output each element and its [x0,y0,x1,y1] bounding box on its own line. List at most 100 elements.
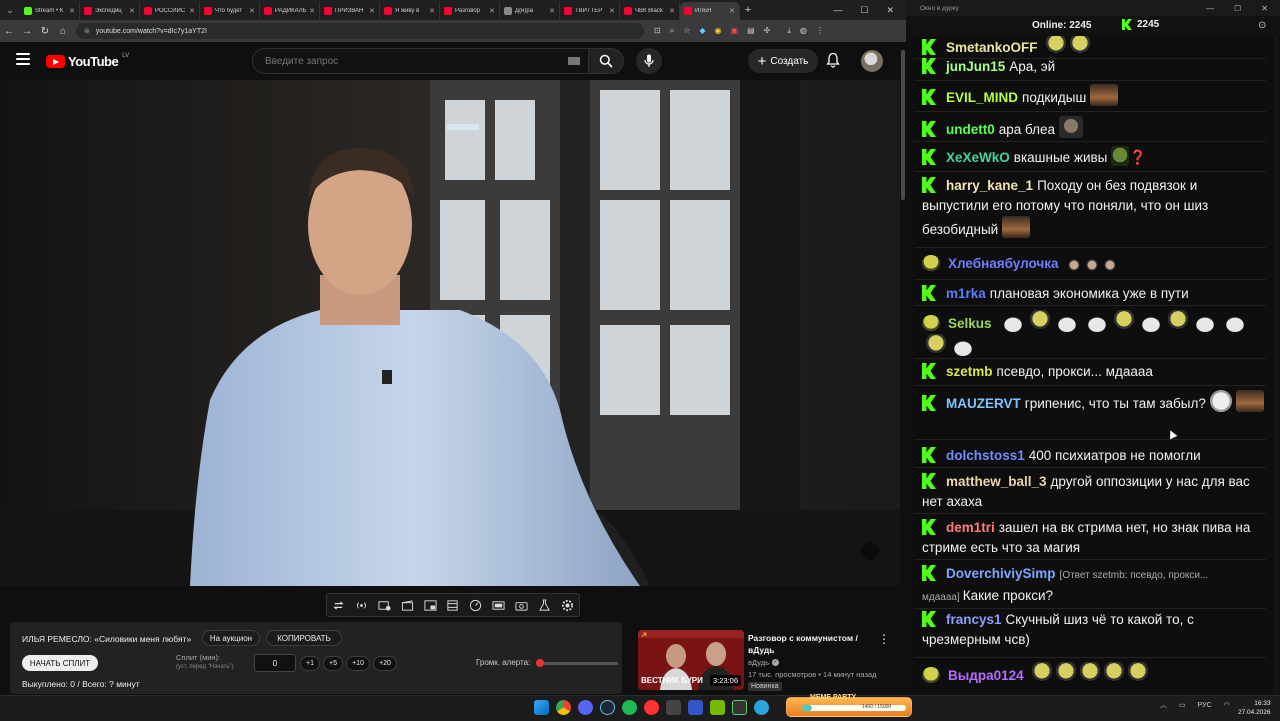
chat-username[interactable]: matthew_ball_3 [946,474,1047,489]
browser-tab[interactable]: ЧВК Black ✕ [620,2,680,20]
browser-tab[interactable]: ТВИТТЕР ✕ [560,2,620,20]
flask-icon[interactable] [538,598,551,612]
browser-tab[interactable]: Д(и)ра ✕ [500,2,560,20]
extensions-puzzle-icon[interactable]: ✣ [764,26,771,36]
chat-minimize-icon[interactable]: — [1206,4,1214,13]
chat-close-icon[interactable]: ✕ [1261,4,1268,13]
auction-button[interactable]: На аукцион [202,630,260,646]
media-player-icon[interactable] [688,700,703,715]
steam-icon[interactable] [600,700,615,715]
browser-tab[interactable]: РАДИКАЛЬ ✕ [260,2,320,20]
maximize-icon[interactable]: ☐ [860,5,868,16]
chat-username[interactable]: undett0 [946,122,995,137]
tab-close-icon[interactable]: ✕ [309,7,315,15]
tray-overflow-icon[interactable]: ︿ [1160,700,1167,710]
film-strip-icon[interactable] [446,599,459,612]
tab-close-icon[interactable]: ✕ [69,7,75,15]
voice-search-button[interactable] [636,48,662,74]
tab-close-icon[interactable]: ✕ [429,7,435,15]
browser-tab[interactable]: Stream • К ✕ [20,2,80,20]
chrome-icon[interactable] [556,700,571,715]
chat-username[interactable]: Хлебнаябулочка [948,256,1059,271]
search-box[interactable] [252,48,592,74]
alert-volume-slider[interactable] [535,659,618,667]
more-actions-icon[interactable]: ⋮ [878,632,890,646]
chat-username[interactable]: harry_kane_1 [946,178,1033,193]
wifi-icon[interactable]: ◠ [1224,701,1230,709]
home-icon[interactable]: ⌂ [54,26,72,37]
split-minutes-input[interactable] [254,654,296,672]
scrollbar-thumb[interactable] [901,50,905,200]
discord-icon[interactable] [578,700,593,715]
tab-close-icon[interactable]: ✕ [129,7,135,15]
language-indicator[interactable]: РУС [1198,702,1212,709]
chat-username[interactable]: EVIL_MIND [946,90,1018,105]
yandex-browser-icon[interactable] [644,700,659,715]
increment-20-button[interactable]: +20 [373,656,397,671]
close-icon[interactable]: ✕ [886,5,894,16]
chat-username[interactable]: DoverchiviySimp [946,566,1056,581]
chat-username[interactable]: MAUZERVT [946,396,1021,411]
telegram-icon[interactable] [754,700,769,715]
chat-username[interactable]: dem1tri [946,520,995,535]
extension-icon-2[interactable]: ◉ [715,26,722,36]
broadcast-icon[interactable] [355,599,368,612]
network-icon[interactable]: ▭ [1179,701,1186,709]
account-avatar[interactable] [861,50,883,72]
picture-in-picture-icon[interactable] [424,599,437,612]
clapper-icon[interactable] [401,599,414,612]
notifications-button[interactable] [826,52,840,73]
install-icon[interactable]: ⊡ [654,26,661,36]
loop-icon[interactable] [332,599,345,612]
recommended-title[interactable]: Разговор с коммунистом / вДудь [748,632,866,656]
chat-username[interactable]: francys1 [946,612,1002,627]
downloads-icon[interactable]: ⤓ [787,26,791,36]
youtube-logo[interactable]: YouTube LV [46,53,129,69]
create-button[interactable]: + Создать [748,49,818,73]
zoom-icon[interactable]: ⌕ [670,26,674,36]
chat-username[interactable]: m1rka [946,286,986,301]
chat-maximize-icon[interactable]: ☐ [1234,4,1241,13]
chat-username[interactable]: Выдра0124 [948,668,1024,683]
tab-close-icon[interactable]: ✕ [609,7,615,15]
increment-10-button[interactable]: +10 [346,656,370,671]
extension-icon-4[interactable]: ▤ [747,26,755,36]
browser-tab[interactable]: Я живу в ✕ [380,2,440,20]
speed-gauge-icon[interactable] [469,599,482,612]
bookmark-star-icon[interactable]: ☆ [683,26,690,36]
increment-5-button[interactable]: +5 [323,656,343,671]
minimize-icon[interactable]: — [833,5,842,16]
nvidia-icon[interactable] [710,700,725,715]
chat-username[interactable]: szetmb [946,364,993,379]
gamepad-icon[interactable] [666,700,681,715]
screenshot-settings-icon[interactable] [378,599,391,612]
extension-icon-3[interactable]: ▣ [731,26,739,36]
tab-close-icon[interactable]: ✕ [369,7,375,15]
file-explorer-icon[interactable] [732,700,747,715]
back-icon[interactable]: ← [0,26,18,37]
tab-close-icon[interactable]: ✕ [549,7,555,15]
profile-icon[interactable]: ◍ [800,26,807,36]
chat-username[interactable]: junJun15 [946,59,1005,74]
camera-icon[interactable] [515,599,528,612]
page-scrollbar[interactable] [900,44,906,694]
chat-username[interactable]: XeXeWkO [946,150,1010,165]
browser-tab[interactable]: Экспедиц ✕ [80,2,140,20]
tab-close-icon[interactable]: ✕ [729,7,735,15]
forward-icon[interactable]: → [18,26,36,37]
keyboard-icon[interactable] [568,57,580,65]
spotify-icon[interactable] [622,700,637,715]
tab-close-icon[interactable]: ✕ [189,7,195,15]
menu-dots-icon[interactable]: ⋮ [816,26,824,36]
copy-button[interactable]: КОПИРОВАТЬ [266,630,342,646]
chat-settings-icon[interactable]: ⊙ [1258,20,1266,31]
video-player[interactable] [0,80,906,586]
new-tab-button[interactable]: + [740,4,756,16]
windows-start-icon[interactable] [534,700,549,715]
chat-username[interactable]: dolchstoss1 [946,448,1025,463]
alert-volume-knob[interactable] [535,659,544,667]
start-split-button[interactable]: НАЧАТЬ СПЛИТ [22,655,98,671]
browser-tab[interactable]: Разговор ✕ [440,2,500,20]
reload-icon[interactable]: ↻ [36,26,54,37]
url-field[interactable]: ⊜ youtube.com/watch?v=dIc7y1aYT2I [76,23,644,39]
